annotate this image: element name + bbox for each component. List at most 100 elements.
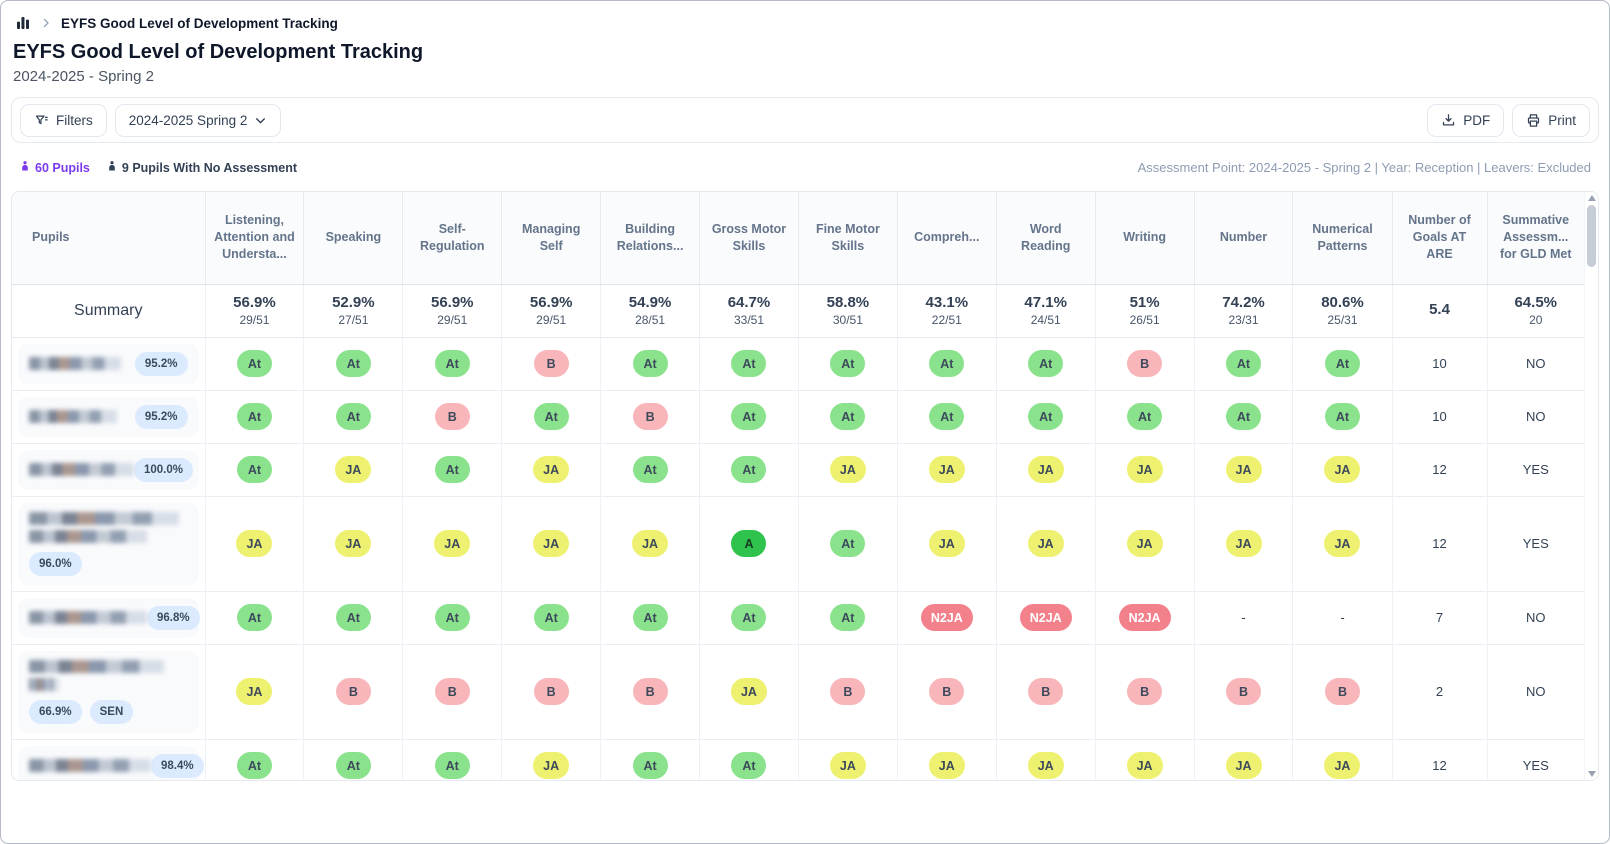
assessment-badge[interactable]: At	[1127, 403, 1162, 430]
assessment-badge[interactable]: At	[336, 350, 371, 377]
assessment-badge[interactable]: JA	[929, 530, 965, 557]
assessment-badge[interactable]: B	[435, 403, 470, 430]
assessment-badge[interactable]: B	[336, 678, 371, 705]
assessment-badge[interactable]: At	[534, 604, 569, 631]
assessment-badge[interactable]: JA	[434, 530, 470, 557]
assessment-badge[interactable]: JA	[533, 752, 569, 779]
assessment-badge[interactable]: At	[731, 604, 766, 631]
assessment-badge[interactable]: JA	[1127, 530, 1163, 557]
assessment-badge[interactable]: At	[1028, 403, 1063, 430]
pupil-cell[interactable]: 95.2%	[18, 397, 199, 437]
assessment-badge[interactable]: JA	[1324, 752, 1360, 779]
pupil-cell[interactable]: 96.0%	[18, 503, 199, 585]
assessment-badge[interactable]: JA	[1226, 530, 1262, 557]
assessment-badge[interactable]: JA	[1028, 530, 1064, 557]
assessment-badge[interactable]: At	[830, 530, 865, 557]
pupil-cell[interactable]: 66.9%SEN	[18, 651, 199, 733]
assessment-badge[interactable]: B	[929, 678, 964, 705]
assessment-badge[interactable]: At	[633, 456, 668, 483]
assessment-badge[interactable]: At	[237, 604, 272, 631]
assessment-badge[interactable]: JA	[1324, 530, 1360, 557]
assessment-badge[interactable]: At	[1028, 350, 1063, 377]
assessment-badge[interactable]: JA	[533, 456, 569, 483]
breadcrumb-current[interactable]: EYFS Good Level of Development Tracking	[61, 16, 338, 31]
assessment-badge[interactable]: B	[830, 678, 865, 705]
assessment-badge[interactable]: B	[633, 678, 668, 705]
assessment-badge[interactable]: JA	[1226, 456, 1262, 483]
assessment-badge[interactable]: At	[1226, 403, 1261, 430]
assessment-badge[interactable]: B	[1325, 678, 1360, 705]
assessment-badge[interactable]: At	[435, 456, 470, 483]
assessment-badge[interactable]: At	[336, 752, 371, 779]
assessment-badge[interactable]: JA	[830, 752, 866, 779]
assessment-badge[interactable]: At	[1325, 403, 1360, 430]
assessment-badge[interactable]: B	[534, 678, 569, 705]
assessment-badge[interactable]: At	[534, 403, 569, 430]
assessment-badge[interactable]: At	[435, 752, 470, 779]
assessment-badge[interactable]: At	[731, 752, 766, 779]
assessment-badge[interactable]: At	[237, 403, 272, 430]
redacted-name-line	[29, 660, 164, 673]
assessment-badge[interactable]: JA	[335, 530, 371, 557]
assessment-badge[interactable]: At	[830, 350, 865, 377]
pupil-cell[interactable]: 95.2%	[18, 344, 199, 384]
assessment-badge[interactable]: JA	[236, 530, 272, 557]
assessment-badge[interactable]: B	[435, 678, 470, 705]
assessment-badge[interactable]: At	[929, 403, 964, 430]
assessment-badge[interactable]: JA	[731, 678, 767, 705]
assessment-badge[interactable]: At	[633, 604, 668, 631]
assessment-badge[interactable]: At	[633, 350, 668, 377]
assessment-badge[interactable]: At	[1226, 350, 1261, 377]
scroll-down-icon[interactable]	[1588, 771, 1596, 777]
assessment-badge[interactable]: JA	[1028, 752, 1064, 779]
assessment-badge[interactable]: JA	[1324, 456, 1360, 483]
vertical-scrollbar[interactable]	[1584, 192, 1598, 780]
scrollbar-thumb[interactable]	[1587, 205, 1596, 267]
pupil-cell[interactable]: 96.8%	[18, 598, 199, 638]
assessment-badge[interactable]: At	[731, 403, 766, 430]
assessment-badge[interactable]: At	[237, 456, 272, 483]
scroll-up-icon[interactable]	[1588, 195, 1596, 201]
assessment-badge[interactable]: B	[1127, 350, 1162, 377]
assessment-badge[interactable]: At	[435, 350, 470, 377]
assessment-badge[interactable]: At	[1325, 350, 1360, 377]
assessment-badge[interactable]: JA	[236, 678, 272, 705]
assessment-badge[interactable]: A	[731, 530, 766, 557]
assessment-badge[interactable]: B	[1028, 678, 1063, 705]
assessment-badge[interactable]: JA	[335, 456, 371, 483]
assessment-badge[interactable]: At	[336, 403, 371, 430]
pdf-button[interactable]: PDF	[1427, 104, 1504, 137]
assessment-badge[interactable]: At	[830, 604, 865, 631]
filters-button[interactable]: Filters	[20, 104, 107, 137]
assessment-badge[interactable]: B	[1226, 678, 1261, 705]
assessment-badge[interactable]: At	[830, 403, 865, 430]
assessment-badge[interactable]: At	[237, 752, 272, 779]
assessment-badge[interactable]: JA	[1226, 752, 1262, 779]
pupil-cell[interactable]: 98.4%	[18, 746, 199, 781]
assessment-badge[interactable]: JA	[1127, 752, 1163, 779]
assessment-badge[interactable]: JA	[632, 530, 668, 557]
bar-chart-icon[interactable]	[15, 15, 31, 31]
assessment-badge[interactable]: JA	[830, 456, 866, 483]
assessment-badge[interactable]: At	[929, 350, 964, 377]
assessment-badge[interactable]: JA	[533, 530, 569, 557]
print-button[interactable]: Print	[1512, 104, 1590, 137]
assessment-period-select[interactable]: 2024-2025 Spring 2	[115, 104, 282, 137]
assessment-badge[interactable]: At	[237, 350, 272, 377]
assessment-badge[interactable]: JA	[929, 456, 965, 483]
assessment-badge[interactable]: JA	[1028, 456, 1064, 483]
assessment-badge[interactable]: B	[633, 403, 668, 430]
assessment-badge[interactable]: JA	[1127, 456, 1163, 483]
pupil-cell[interactable]: 100.0%	[18, 450, 199, 490]
assessment-badge[interactable]: JA	[929, 752, 965, 779]
assessment-badge[interactable]: At	[435, 604, 470, 631]
assessment-badge[interactable]: N2JA	[921, 604, 973, 631]
assessment-badge[interactable]: At	[731, 350, 766, 377]
assessment-badge[interactable]: B	[534, 350, 569, 377]
assessment-badge[interactable]: At	[731, 456, 766, 483]
assessment-badge[interactable]: N2JA	[1119, 604, 1171, 631]
assessment-badge[interactable]: B	[1127, 678, 1162, 705]
assessment-badge[interactable]: At	[336, 604, 371, 631]
assessment-badge[interactable]: N2JA	[1020, 604, 1072, 631]
assessment-badge[interactable]: At	[633, 752, 668, 779]
